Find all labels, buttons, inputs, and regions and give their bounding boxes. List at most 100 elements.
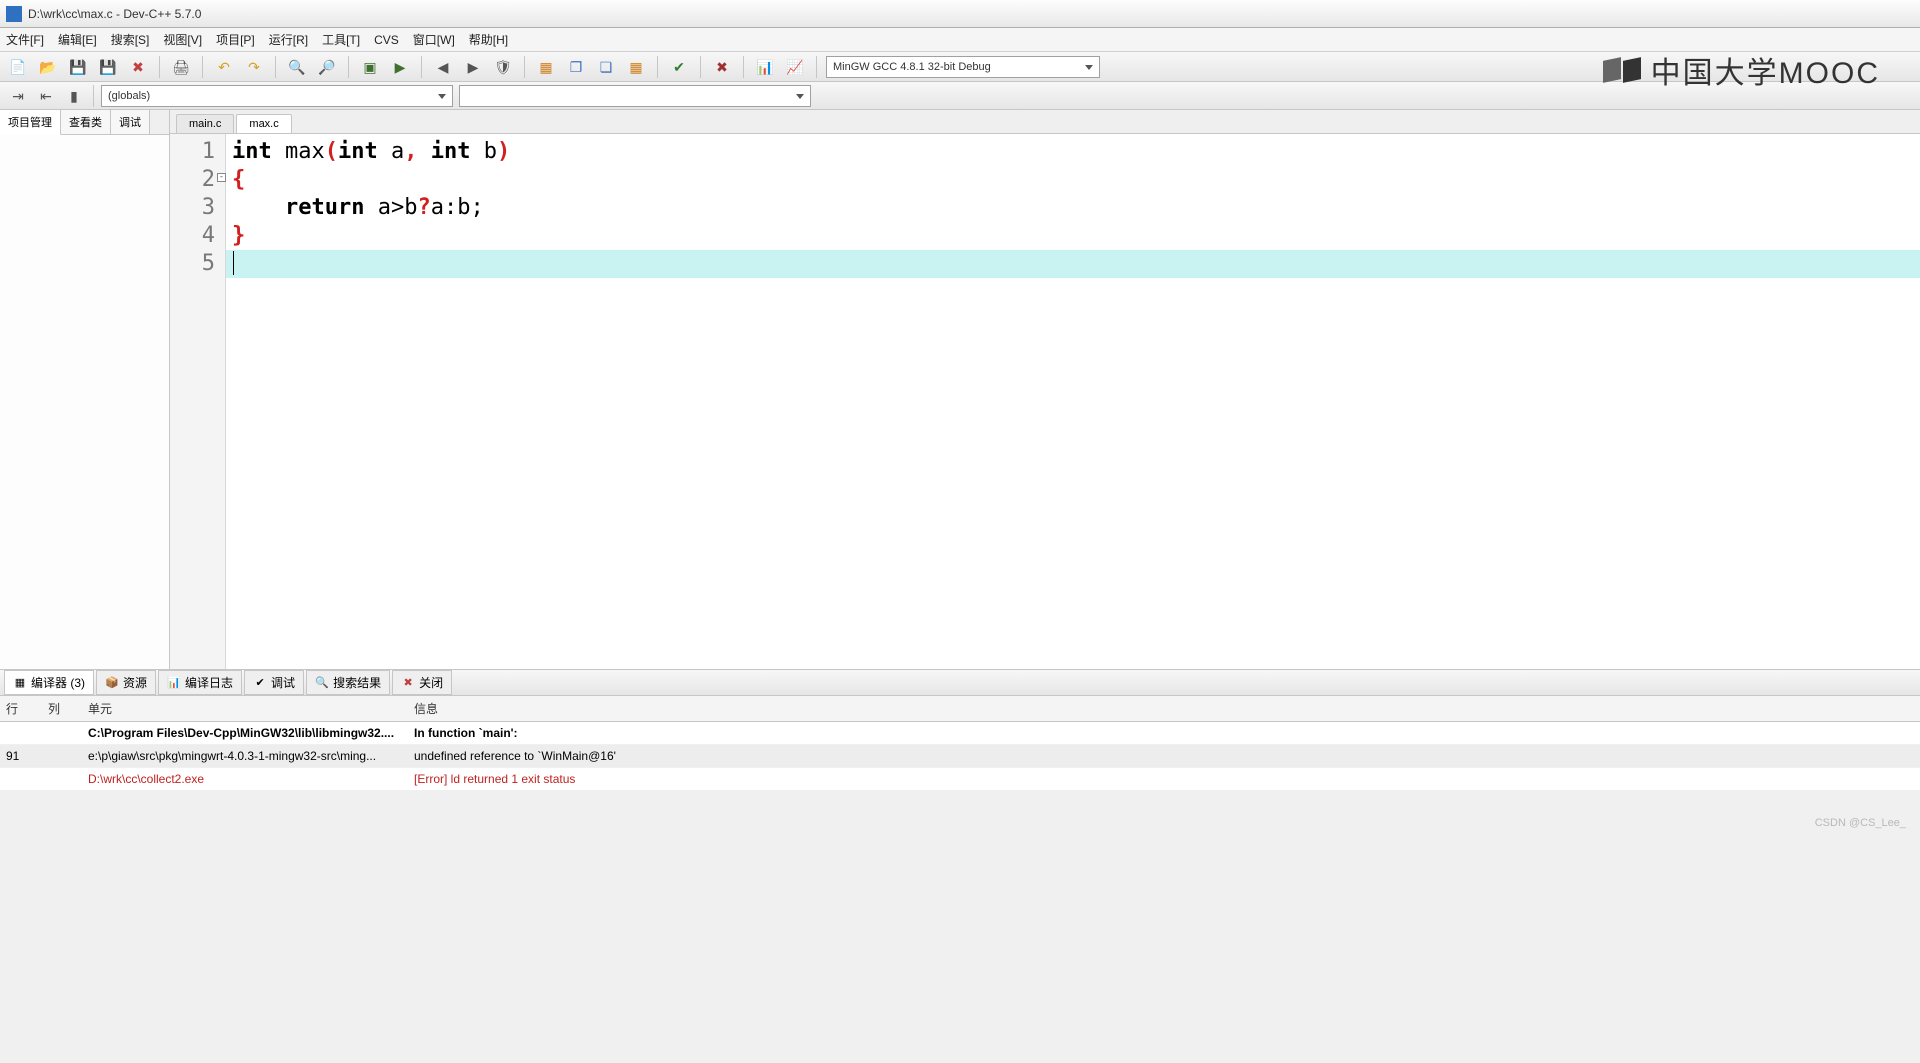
separator (275, 56, 276, 78)
col-line[interactable]: 行 (0, 696, 42, 721)
window-button[interactable]: ❐ (564, 55, 588, 79)
print-button[interactable]: 🖨 (169, 55, 193, 79)
file-tabs: main.c max.c (170, 110, 1920, 134)
chart-icon: 📊 (756, 60, 773, 74)
redo-button[interactable]: ↷ (242, 55, 266, 79)
col-col[interactable]: 列 (42, 696, 82, 721)
cell-msg: [Error] ld returned 1 exit status (408, 768, 1920, 790)
fold-icon[interactable]: - (217, 173, 226, 182)
separator (743, 56, 744, 78)
code-line: return a>b?a:b; (232, 194, 1920, 222)
menu-tools[interactable]: 工具[T] (322, 31, 360, 48)
file-tab-main[interactable]: main.c (176, 114, 234, 133)
scope-combo[interactable]: (globals) (101, 85, 453, 107)
cancel-button[interactable]: ✖ (710, 55, 734, 79)
col-msg[interactable]: 信息 (408, 696, 1920, 721)
table-header: 行 列 单元 信息 (0, 696, 1920, 722)
file-tab-max[interactable]: max.c (236, 114, 291, 133)
sidebar-tab-debug[interactable]: 调试 (111, 110, 150, 134)
shield-button[interactable]: 🛡 (491, 55, 515, 79)
menu-project[interactable]: 项目[P] (216, 31, 255, 48)
bottom-tabs: ▦编译器 (3) 📦资源 📊编译日志 ✔调试 🔍搜索结果 ✖关闭 (0, 670, 1920, 696)
code-content[interactable]: int max(int a, int b) { return a>b?a:b; … (226, 134, 1920, 669)
cancel-icon: ✖ (716, 60, 728, 74)
bookmark-button[interactable]: ⇤ (34, 84, 58, 108)
nav-back-button[interactable]: ◀ (431, 55, 455, 79)
bottom-tab-compiler[interactable]: ▦编译器 (3) (4, 670, 94, 695)
book-button[interactable]: ▮ (62, 84, 86, 108)
menu-search[interactable]: 搜索[S] (111, 31, 150, 48)
print-icon: 🖨 (172, 60, 190, 74)
menu-window[interactable]: 窗口[W] (413, 31, 455, 48)
nav-fwd-button[interactable]: ▶ (461, 55, 485, 79)
scope-combo-value: (globals) (108, 90, 150, 102)
tile-button[interactable]: ▦ (624, 55, 648, 79)
line-gutter: 1 2- 3 4 5 (170, 134, 226, 669)
cell-line (0, 768, 42, 790)
close-file-icon: ✖ (132, 60, 144, 74)
menu-view[interactable]: 视图[V] (163, 31, 202, 48)
col-unit[interactable]: 单元 (82, 696, 408, 721)
table-row[interactable]: 91e:\p\giaw\src\pkg\mingwrt-4.0.3-1-ming… (0, 745, 1920, 768)
sidebar-tab-project[interactable]: 项目管理 (0, 110, 61, 135)
compile-button[interactable]: ▣ (358, 55, 382, 79)
check-icon: ✔ (673, 60, 685, 74)
cell-msg: undefined reference to `WinMain@16' (408, 745, 1920, 767)
compiler-output-table: 行 列 单元 信息 C:\Program Files\Dev-Cpp\MinGW… (0, 696, 1920, 791)
bottom-tab-search[interactable]: 🔍搜索结果 (306, 670, 390, 695)
compile-run-icon: ▶ (395, 60, 406, 74)
open-button[interactable]: 📂 (36, 55, 60, 79)
separator (93, 85, 94, 107)
replace-button[interactable]: 🔎 (315, 55, 339, 79)
sidebar: 项目管理 查看类 调试 (0, 110, 170, 669)
compile-run-button[interactable]: ▶ (388, 55, 412, 79)
separator (421, 56, 422, 78)
book-icon: ▮ (70, 89, 78, 103)
menu-edit[interactable]: 编辑[E] (58, 31, 97, 48)
save-all-button[interactable]: 💾 (96, 55, 120, 79)
bottom-tab-debug[interactable]: ✔调试 (244, 670, 304, 695)
undo-button[interactable]: ↶ (212, 55, 236, 79)
compile-icon: ▣ (363, 60, 376, 74)
cell-msg: In function `main': (408, 722, 1920, 744)
debug-button[interactable]: 📈 (783, 55, 807, 79)
profile-button[interactable]: 📊 (753, 55, 777, 79)
save-button[interactable]: 💾 (66, 55, 90, 79)
code-line: { (232, 166, 1920, 194)
code-line: } (232, 222, 1920, 250)
line-number: 4 (170, 222, 225, 250)
menu-run[interactable]: 运行[R] (269, 31, 308, 48)
goto-button[interactable]: ⇥ (6, 84, 30, 108)
separator (700, 56, 701, 78)
bottom-tab-close[interactable]: ✖关闭 (392, 670, 452, 695)
separator (524, 56, 525, 78)
windows-icon: ❏ (600, 60, 613, 74)
windows-button[interactable]: ❏ (594, 55, 618, 79)
menu-help[interactable]: 帮助[H] (469, 31, 508, 48)
table-row[interactable]: D:\wrk\cc\collect2.exe[Error] ld returne… (0, 768, 1920, 791)
find-icon: 🔍 (288, 60, 305, 74)
close-file-button[interactable]: ✖ (126, 55, 150, 79)
grid-button[interactable]: ▦ (534, 55, 558, 79)
check-button[interactable]: ✔ (667, 55, 691, 79)
function-combo[interactable] (459, 85, 811, 107)
new-file-button[interactable]: 📄 (6, 55, 30, 79)
bottom-tab-resource[interactable]: 📦资源 (96, 670, 156, 695)
sidebar-tab-classes[interactable]: 查看类 (61, 110, 111, 134)
books-icon (1603, 59, 1641, 81)
menu-cvs[interactable]: CVS (374, 33, 399, 47)
goto-icon: ⇥ (12, 89, 24, 103)
find-button[interactable]: 🔍 (285, 55, 309, 79)
compiler-combo[interactable]: MinGW GCC 4.8.1 32-bit Debug (826, 56, 1100, 78)
watermark-logo: 中国大学MOOC (1603, 48, 1880, 92)
menu-file[interactable]: 文件[F] (6, 31, 44, 48)
code-editor[interactable]: 1 2- 3 4 5 int max(int a, int b) { retur… (170, 134, 1920, 669)
editor-area: main.c max.c 1 2- 3 4 5 int max(int a, i… (170, 110, 1920, 669)
grid-icon: ▦ (13, 676, 27, 690)
bottom-tab-log[interactable]: 📊编译日志 (158, 670, 242, 695)
table-row[interactable]: C:\Program Files\Dev-Cpp\MinGW32\lib\lib… (0, 722, 1920, 745)
compiler-combo-value: MinGW GCC 4.8.1 32-bit Debug (833, 61, 991, 73)
sidebar-tabs: 项目管理 查看类 调试 (0, 110, 169, 135)
main-area: 项目管理 查看类 调试 main.c max.c 1 2- 3 4 5 int … (0, 110, 1920, 670)
cell-line (0, 722, 42, 744)
